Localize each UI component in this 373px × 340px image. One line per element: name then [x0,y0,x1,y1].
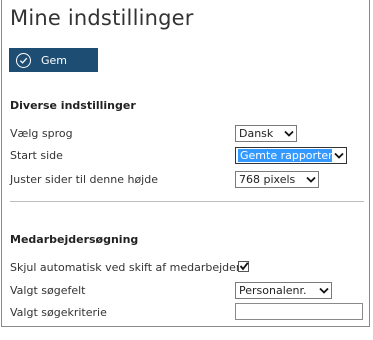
section-heading-diverse: Diverse indstillinger [10,99,136,112]
page-height-select[interactable]: 768 pixels [235,171,319,188]
start-page-select[interactable]: Gemte rapporter [235,147,347,164]
start-page-label: Start side [10,149,63,162]
checkmark-icon [239,262,249,271]
chevron-down-icon [304,172,318,187]
language-select[interactable]: Dansk [235,125,297,142]
chevron-down-icon [282,126,296,141]
page-height-label: Juster sider til denne højde [10,173,158,186]
auto-hide-label: Skjul automatisk ved skift af medarbejde… [10,261,241,274]
chevron-down-icon [317,283,331,298]
section-divider [10,201,364,202]
save-button-label: Gem [41,53,68,67]
search-field-label: Valgt søgefelt [10,284,86,297]
search-criteria-label: Valgt søgekriterie [10,306,107,319]
save-button[interactable]: Gem [9,48,98,72]
language-label: Vælg sprog [10,127,73,140]
settings-panel: Mine indstillinger Gem Diverse indstilli… [1,0,370,327]
language-select-value: Dansk [239,127,274,140]
search-field-select-value: Personalenr. [239,284,307,297]
page-height-select-value: 768 pixels [239,173,296,186]
page-title: Mine indstillinger [10,6,194,30]
auto-hide-checkbox[interactable] [238,261,249,272]
section-heading-search: Medarbejdersøgning [10,233,139,246]
check-circle-icon [16,52,31,68]
start-page-select-value: Gemte rapporter [238,149,332,162]
search-field-select[interactable]: Personalenr. [235,282,332,299]
search-criteria-input[interactable] [235,303,363,320]
chevron-down-icon [332,148,346,163]
